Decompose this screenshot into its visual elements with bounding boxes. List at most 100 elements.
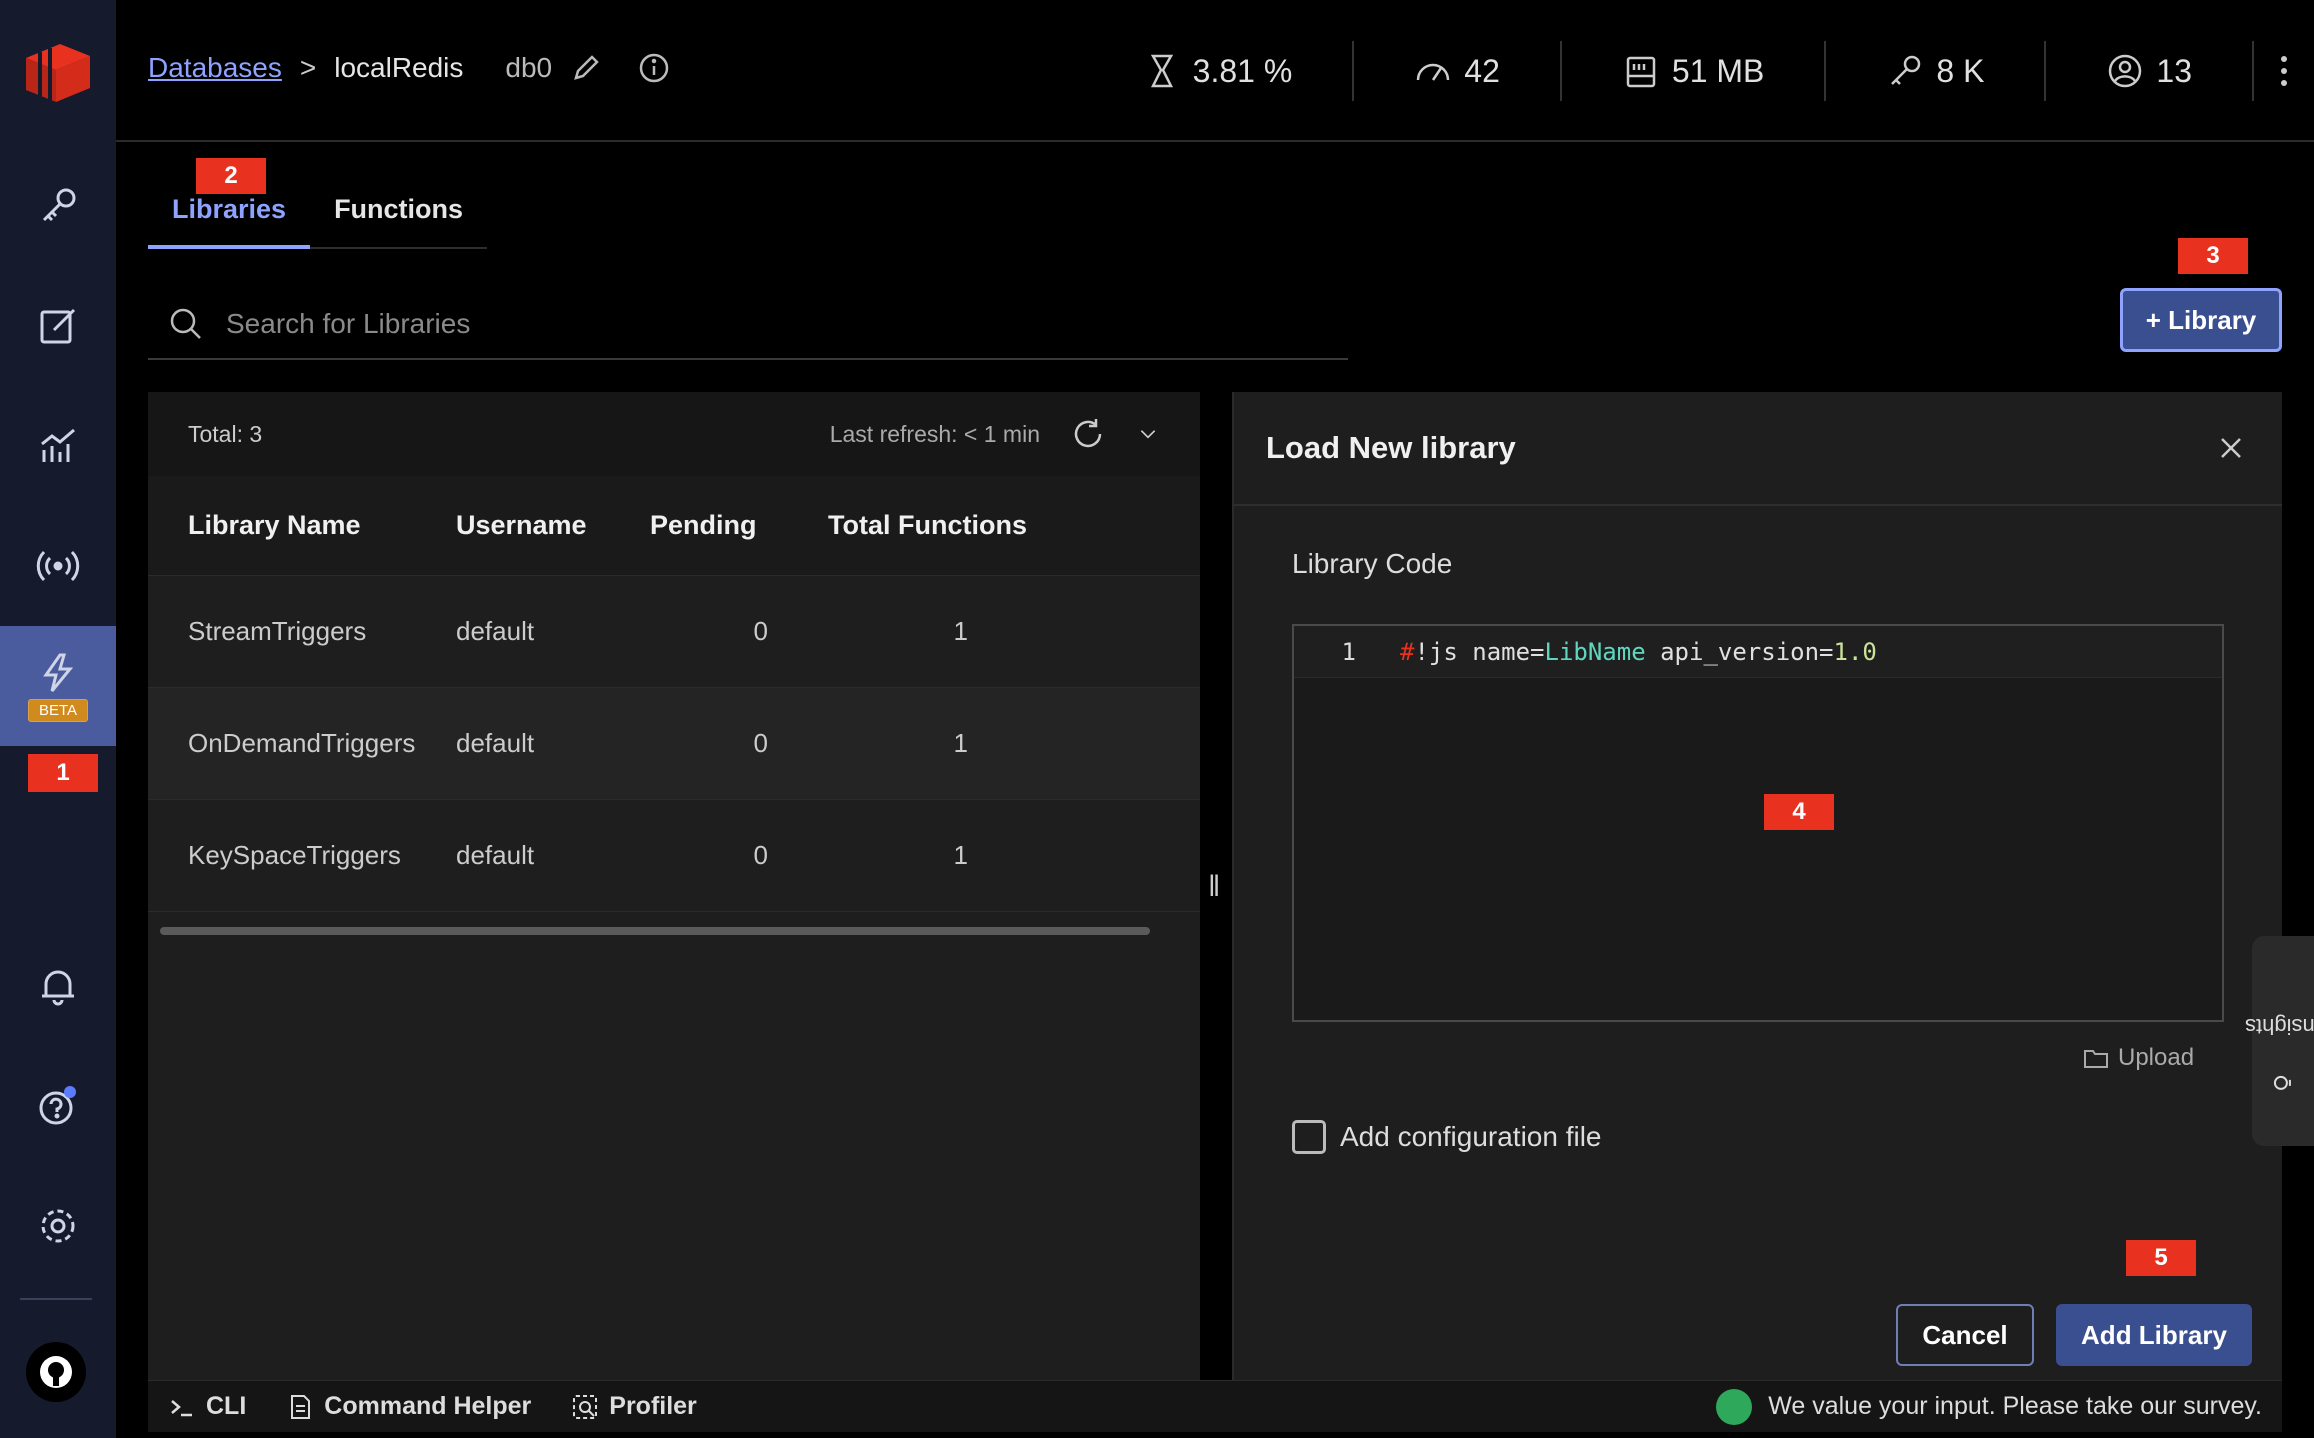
- column-library-name[interactable]: Library Name: [148, 510, 456, 541]
- cli-label: CLI: [206, 1392, 247, 1420]
- code-line: 1 #!js name=LibName api_version=1.0: [1294, 626, 2222, 678]
- cell-pending: 0: [753, 728, 768, 758]
- cell-username: default: [456, 840, 535, 870]
- github-link[interactable]: [26, 1342, 86, 1402]
- stat-cpu: 3.81 %: [1083, 41, 1355, 101]
- line-number: 1: [1341, 637, 1356, 666]
- sidebar-help[interactable]: [0, 1058, 116, 1154]
- survey-link[interactable]: We value your input. Please take our sur…: [1716, 1388, 2262, 1425]
- profiler-label: Profiler: [609, 1392, 697, 1420]
- tabs: Libraries Functions: [148, 182, 488, 249]
- bolt-icon: [43, 653, 74, 692]
- sidebar-workbench[interactable]: [0, 278, 116, 374]
- config-file-checkbox[interactable]: [1292, 1120, 1326, 1154]
- table-row[interactable]: OnDemandTriggers default 0 1: [148, 688, 1200, 800]
- marker-3: 3: [2178, 238, 2248, 274]
- search-bar: [148, 290, 1348, 360]
- databases-link[interactable]: Databases: [148, 52, 282, 84]
- redis-logo-icon[interactable]: [20, 36, 94, 106]
- key-icon: [1891, 55, 1921, 85]
- horizontal-scrollbar[interactable]: [160, 927, 1150, 935]
- upload-button[interactable]: Upload: [2082, 1044, 2194, 1072]
- survey-icon: [1716, 1388, 1753, 1425]
- sidebar-settings[interactable]: [0, 1178, 116, 1274]
- cell-library-name: StreamTriggers: [188, 616, 367, 646]
- sidebar-pubsub[interactable]: [0, 518, 116, 614]
- stat-clients-value: 13: [2156, 52, 2192, 89]
- key-icon: [42, 188, 76, 222]
- cell-library-name: OnDemandTriggers: [188, 728, 416, 758]
- add-library-button[interactable]: + Library: [2120, 288, 2282, 352]
- profiler-icon: [573, 1394, 598, 1419]
- cpu-icon: [1150, 54, 1173, 88]
- column-pending[interactable]: Pending: [648, 510, 798, 541]
- table-row[interactable]: StreamTriggers default 0 1: [148, 576, 1200, 688]
- sidebar-notifications[interactable]: [0, 938, 116, 1034]
- chevron-down-icon[interactable]: [1136, 422, 1160, 446]
- cell-pending: 0: [753, 616, 768, 646]
- code-text: #!js name=LibName api_version=1.0: [1360, 638, 1877, 666]
- stat-keys-value: 8 K: [1936, 52, 1985, 89]
- tab-libraries[interactable]: Libraries: [148, 182, 311, 249]
- table-row[interactable]: KeySpaceTriggers default 0 1: [148, 800, 1200, 912]
- more-menu[interactable]: [2254, 41, 2314, 101]
- bell-icon: [42, 970, 74, 1006]
- stat-keys: 8 K: [1826, 41, 2047, 101]
- database-name: localRedis: [334, 52, 464, 83]
- refresh-icon[interactable]: [1070, 416, 1106, 452]
- list-header: Total: 3 Last refresh: < 1 min: [148, 392, 1200, 476]
- sidebar: BETA 1: [0, 0, 116, 1438]
- pencil-icon[interactable]: [570, 52, 602, 84]
- stat-cpu-value: 3.81 %: [1192, 52, 1293, 89]
- close-icon[interactable]: [2216, 433, 2246, 463]
- profiler-button[interactable]: Profiler: [571, 1392, 697, 1421]
- cancel-button[interactable]: Cancel: [1896, 1304, 2034, 1366]
- marker-5: 5: [2126, 1240, 2196, 1276]
- users-icon: [2109, 54, 2142, 88]
- info-icon[interactable]: [638, 52, 670, 84]
- column-total-functions[interactable]: Total Functions: [798, 510, 1078, 541]
- insights-tab[interactable]: Insights: [2245, 936, 2314, 1146]
- search-input[interactable]: [226, 308, 1226, 340]
- stat-ops: 42: [1354, 41, 1562, 101]
- cli-button[interactable]: CLI: [168, 1392, 246, 1421]
- panel-resize-handle[interactable]: ‖: [1208, 870, 1220, 904]
- code-token-version: 1.0: [1833, 637, 1877, 666]
- chart-icon: [41, 428, 75, 462]
- github-icon: [40, 1356, 72, 1388]
- database-index: db0: [505, 52, 553, 83]
- add-library-submit-button[interactable]: Add Library: [2056, 1304, 2252, 1366]
- code-token-api: api_version=: [1645, 637, 1834, 666]
- load-library-panel: Load New library Library Code 1 #!js nam…: [1232, 392, 2282, 1380]
- code-editor[interactable]: 1 #!js name=LibName api_version=1.0: [1292, 624, 2224, 1022]
- command-helper-label: Command Helper: [324, 1392, 532, 1420]
- sidebar-browser[interactable]: [0, 158, 116, 254]
- stat-clients: 13: [2046, 41, 2254, 101]
- command-helper-button[interactable]: Command Helper: [286, 1392, 531, 1421]
- survey-text: We value your input. Please take our sur…: [1768, 1392, 2262, 1420]
- gear-icon: [41, 1209, 75, 1243]
- column-username[interactable]: Username: [456, 510, 648, 541]
- edit-icon: [40, 308, 76, 344]
- sidebar-triggers-functions[interactable]: BETA: [0, 626, 116, 746]
- last-refresh: Last refresh: < 1 min: [829, 420, 1040, 447]
- insights-label: Insights: [2245, 1014, 2314, 1039]
- tab-functions[interactable]: Functions: [310, 182, 487, 247]
- code-token-directive: !js name=: [1414, 637, 1545, 666]
- sidebar-divider: [20, 1298, 92, 1300]
- sidebar-analysis[interactable]: [0, 398, 116, 494]
- cell-total-functions: 1: [953, 840, 968, 870]
- help-icon: [39, 1086, 76, 1125]
- code-token-hash: #: [1400, 637, 1415, 666]
- code-token-libname: LibName: [1544, 637, 1646, 666]
- panel-title: Load New library: [1266, 430, 1516, 465]
- stat-memory: 51 MB: [1562, 41, 1827, 101]
- breadcrumb-separator: >: [299, 52, 317, 83]
- folder-icon: [2084, 1050, 2108, 1068]
- cell-library-name: KeySpaceTriggers: [188, 840, 401, 870]
- cell-username: default: [456, 616, 535, 646]
- marker-1: 1: [28, 754, 98, 792]
- config-file-option[interactable]: Add configuration file: [1292, 1120, 1602, 1154]
- stat-memory-value: 51 MB: [1671, 52, 1765, 89]
- lightbulb-icon: [2274, 1075, 2292, 1090]
